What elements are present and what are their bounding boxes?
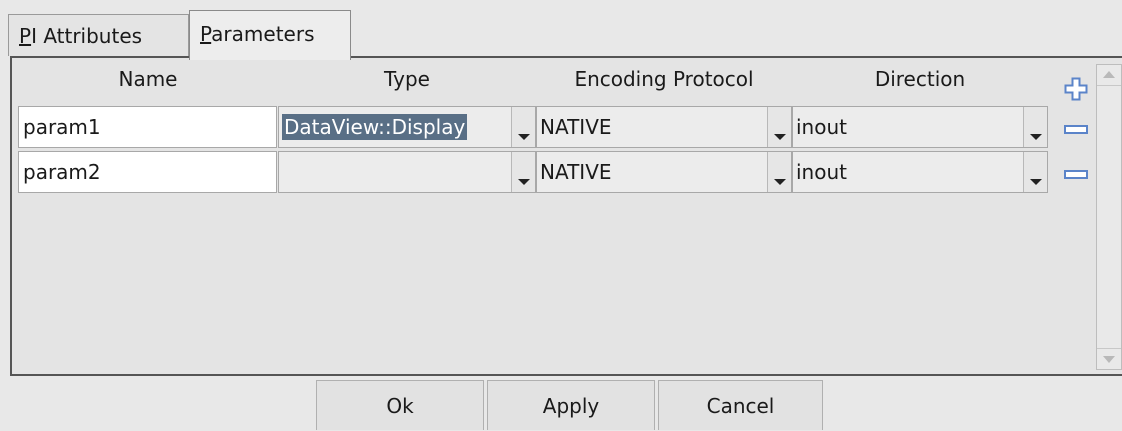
name-field[interactable]: param2 — [18, 151, 277, 193]
chevron-down-icon[interactable] — [511, 107, 535, 147]
plus-icon[interactable] — [1063, 76, 1089, 102]
chevron-down-icon[interactable] — [1023, 107, 1047, 147]
direction-value: inout — [796, 160, 847, 184]
encoding-value: NATIVE — [540, 115, 612, 139]
tab-mnemonic: P — [200, 22, 212, 46]
type-value: DataView::Display — [282, 114, 468, 140]
direction-value: inout — [796, 115, 847, 139]
cancel-button[interactable]: Cancel — [658, 380, 823, 430]
tab-parameters[interactable]: Parameters — [189, 10, 351, 60]
name-field[interactable]: param1 — [18, 106, 277, 148]
header-name: Name — [118, 67, 178, 91]
encoding-combobox[interactable]: NATIVE — [536, 151, 792, 193]
arrow-down-icon[interactable] — [1097, 348, 1121, 369]
direction-combobox[interactable]: inout — [792, 106, 1048, 148]
tab-pi-attributes[interactable]: PI Attributes — [8, 14, 189, 56]
header-encoding-protocol: Encoding Protocol — [574, 67, 754, 91]
tab-mnemonic: P — [19, 24, 32, 48]
encoding-combobox[interactable]: NATIVE — [536, 106, 792, 148]
arrow-up-icon[interactable] — [1097, 65, 1121, 86]
tab-label: arameters — [211, 22, 315, 46]
header-type: Type — [384, 67, 430, 91]
chevron-down-icon[interactable] — [1023, 152, 1047, 192]
tab-label: I Attributes — [31, 24, 143, 48]
type-combobox[interactable] — [278, 151, 536, 193]
chevron-down-icon[interactable] — [767, 152, 791, 192]
minus-icon[interactable] — [1064, 124, 1088, 136]
chevron-down-icon[interactable] — [767, 107, 791, 147]
chevron-down-icon[interactable] — [511, 152, 535, 192]
apply-button[interactable]: Apply — [487, 380, 655, 430]
direction-combobox[interactable]: inout — [792, 151, 1048, 193]
encoding-value: NATIVE — [540, 160, 612, 184]
header-direction: Direction — [874, 67, 966, 91]
parameters-table: Name Type Encoding Protocol Direction pa… — [10, 56, 1122, 376]
table-row: param2 NATIVE inout — [12, 151, 1052, 195]
table-row: param1 DataView::Display NATIVE inout — [12, 106, 1052, 150]
minus-icon[interactable] — [1064, 169, 1088, 181]
ok-button[interactable]: Ok — [316, 380, 484, 430]
type-combobox[interactable]: DataView::Display — [278, 106, 536, 148]
table-header: Name Type Encoding Protocol Direction — [12, 58, 1122, 100]
vertical-scrollbar[interactable] — [1096, 64, 1122, 370]
